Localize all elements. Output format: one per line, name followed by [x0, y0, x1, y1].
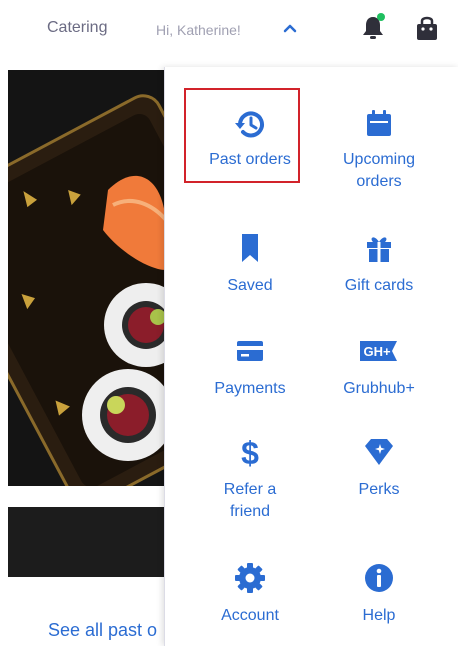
- menu-item-label: Saved: [227, 277, 273, 294]
- menu-item-label: Refer a friend: [223, 481, 277, 520]
- menu-item-label: Perks: [358, 481, 400, 498]
- gear-icon: [235, 563, 265, 593]
- bell-icon[interactable]: [360, 12, 386, 42]
- menu-item-label: Payments: [214, 380, 286, 397]
- menu-item-label: Help: [362, 607, 396, 624]
- menu-item-refer-a-friend[interactable]: $ Refer a friend: [180, 434, 320, 523]
- menu-item-grubhub-plus[interactable]: GH+ Grubhub+: [309, 333, 449, 400]
- grubhub-plus-badge-text: GH+: [363, 344, 391, 359]
- menu-item-label: Account: [221, 607, 279, 624]
- see-all-past-orders-link[interactable]: See all past o: [48, 620, 157, 641]
- dark-banner: [8, 507, 166, 577]
- notification-dot: [377, 13, 385, 21]
- menu-item-label: Gift cards: [344, 277, 414, 294]
- svg-text:$: $: [241, 435, 259, 470]
- credit-card-icon: [237, 341, 263, 361]
- menu-item-label: Upcoming orders: [342, 151, 416, 190]
- chevron-up-icon[interactable]: [281, 21, 299, 35]
- catering-link[interactable]: Catering: [47, 19, 107, 37]
- menu-item-account[interactable]: Account: [180, 560, 320, 627]
- menu-item-label: Grubhub+: [343, 380, 415, 397]
- info-icon: [365, 564, 393, 592]
- grubhub-plus-icon: GH+: [360, 341, 397, 361]
- bookmark-icon: [242, 234, 258, 262]
- dollar-icon: $: [241, 435, 259, 470]
- menu-item-payments[interactable]: Payments: [180, 333, 320, 400]
- user-greeting[interactable]: Hi, Katherine!: [156, 22, 241, 38]
- diamond-icon: [365, 439, 393, 465]
- gift-icon: [367, 237, 391, 262]
- menu-item-saved[interactable]: Saved: [180, 230, 320, 297]
- shopping-bag-icon[interactable]: [414, 14, 440, 42]
- menu-item-perks[interactable]: Perks: [309, 434, 449, 501]
- menu-item-help[interactable]: Help: [309, 560, 449, 627]
- menu-item-upcoming-orders[interactable]: Upcoming orders: [309, 106, 449, 193]
- menu-item-gift-cards[interactable]: Gift cards: [309, 230, 449, 297]
- top-navigation-bar: Catering Hi, Katherine!: [0, 0, 458, 66]
- calendar-icon: [367, 110, 391, 136]
- highlight-box: [184, 88, 300, 183]
- sushi-hero-image: [8, 70, 166, 486]
